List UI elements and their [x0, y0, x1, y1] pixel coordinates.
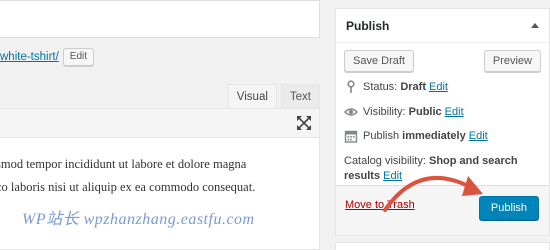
visibility-label: Visibility:: [363, 106, 406, 118]
status-row: Status: Draft Edit: [344, 80, 448, 94]
preview-button[interactable]: Preview: [483, 50, 541, 72]
status-edit-link[interactable]: Edit: [429, 81, 448, 93]
permalink-edit-button[interactable]: Edit: [62, 48, 95, 66]
status-value: Draft: [400, 81, 426, 93]
publish-title: Publish: [346, 18, 390, 33]
schedule-row: Publish immediately Edit: [344, 129, 488, 143]
permalink-row: white-tshirt/ Edit: [0, 48, 95, 66]
tab-text[interactable]: Text: [280, 84, 320, 108]
schedule-edit-link[interactable]: Edit: [469, 130, 488, 142]
tab-visual[interactable]: Visual: [227, 84, 277, 108]
status-label: Status:: [363, 81, 398, 93]
collapse-toggle-icon[interactable]: [531, 23, 539, 28]
annotation-arrow-icon: [383, 175, 483, 212]
visibility-edit-link[interactable]: Edit: [445, 106, 464, 118]
publish-header[interactable]: Publish: [336, 9, 549, 43]
post-title-input[interactable]: [0, 0, 320, 38]
editor-toolbar: [0, 109, 319, 138]
editor-line: smod tempor incididunt ut labore et dolo…: [0, 157, 247, 171]
next-metabox: [335, 242, 550, 250]
eye-icon: [344, 108, 358, 116]
save-draft-button[interactable]: Save Draft: [344, 50, 414, 72]
editor-tabs: Visual Text: [224, 84, 320, 108]
editor-content[interactable]: smod tempor incididunt ut labore et dolo…: [0, 153, 319, 199]
visibility-value: Public: [408, 106, 442, 118]
schedule-prefix: Publish: [363, 130, 400, 142]
visibility-row: Visibility: Public Edit: [344, 105, 464, 119]
calendar-icon: [344, 130, 358, 143]
schedule-value: immediately: [402, 130, 466, 142]
editor-line: co laboris nisi ut aliquip ex ea commodo…: [0, 180, 256, 194]
permalink-slug-link[interactable]: white-tshirt/: [0, 51, 59, 63]
watermark-text: WP站长 wpzhanzhang.eastfu.com: [22, 211, 255, 228]
fullscreen-icon[interactable]: [295, 114, 313, 132]
pin-icon: [347, 80, 355, 93]
